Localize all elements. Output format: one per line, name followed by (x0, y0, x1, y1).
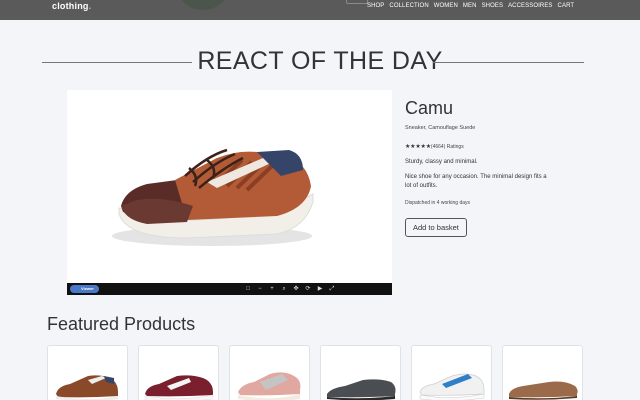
product-card[interactable] (502, 345, 583, 400)
shipping-info: Dispatched in 4 working days (405, 200, 471, 206)
product-desc-long: Nice shoe for any occasion. The minimal … (405, 174, 547, 189)
nav-link-men[interactable]: MEN (463, 3, 477, 9)
move-icon[interactable]: ✥ (293, 284, 299, 294)
title-divider-right (433, 62, 584, 63)
add-to-basket-button[interactable]: Add to basket (405, 218, 467, 237)
brand-logo[interactable]: clothing. (52, 1, 91, 11)
featured-products-list (47, 345, 583, 400)
nav-link-women[interactable]: WOMEN (434, 3, 458, 9)
product-name: Camu (405, 98, 454, 118)
navbar: clothing. SHOP COLLECTION WOMEN MEN SHOE… (0, 0, 640, 20)
nav-link-shop[interactable]: SHOP (367, 3, 384, 9)
white-blue-sneaker-icon (419, 373, 485, 400)
nav-toggle-button[interactable] (346, 0, 368, 4)
product-subtitle: Sneaker, Camouflage Suede (405, 125, 476, 131)
sneaker-image (112, 148, 314, 246)
viewer-toolbar: Viewer □ − + ⌕ ✥ ⟳ ▶ ⤢ (67, 283, 392, 295)
product-card[interactable] (47, 345, 128, 400)
product-rating: ★★★★★ (4664) Ratings (405, 143, 605, 151)
logo-circle (176, 0, 230, 10)
nav-link-accessoires[interactable]: ACCESSOIRES (508, 3, 552, 9)
nav-link-collection[interactable]: COLLECTION (389, 3, 428, 9)
brown-sneaker-icon (56, 375, 118, 400)
zoom-out-icon[interactable]: − (257, 284, 263, 294)
fit-icon[interactable]: □ (245, 284, 251, 294)
fullscreen-icon[interactable]: ⤢ (329, 284, 335, 294)
search-icon[interactable]: ⌕ (281, 284, 287, 294)
nav-link-cart[interactable]: CART (558, 3, 575, 9)
product-details: Camu Sneaker, Camouflage Suede ★★★★★ (46… (405, 98, 605, 237)
burgundy-sneaker-icon (144, 375, 214, 400)
nav-link-shoes[interactable]: SHOES (482, 3, 504, 9)
tan-loafer-icon (509, 381, 578, 400)
nav-links: SHOP COLLECTION WOMEN MEN SHOES ACCESSOI… (367, 3, 574, 9)
viewer-badge[interactable]: Viewer (70, 285, 99, 293)
product-image[interactable] (67, 90, 392, 283)
rating-count: (4664) Ratings (430, 143, 464, 150)
product-card[interactable] (229, 345, 310, 400)
featured-title: Featured Products (47, 314, 196, 334)
grey-shoe-icon (327, 379, 396, 400)
product-card[interactable] (138, 345, 219, 400)
play-icon[interactable]: ▶ (317, 284, 323, 294)
viewer-controls: □ − + ⌕ ✥ ⟳ ▶ ⤢ (245, 284, 335, 294)
product-card[interactable] (320, 345, 401, 400)
star-rating-icon: ★★★★★ (405, 144, 431, 150)
rotate-icon[interactable]: ⟳ (305, 284, 311, 294)
product-card[interactable] (411, 345, 492, 400)
product-desc-short: Sturdy, classy and minimal. (405, 159, 478, 165)
zoom-in-icon[interactable]: + (269, 284, 275, 294)
pink-runner-icon (238, 372, 301, 400)
